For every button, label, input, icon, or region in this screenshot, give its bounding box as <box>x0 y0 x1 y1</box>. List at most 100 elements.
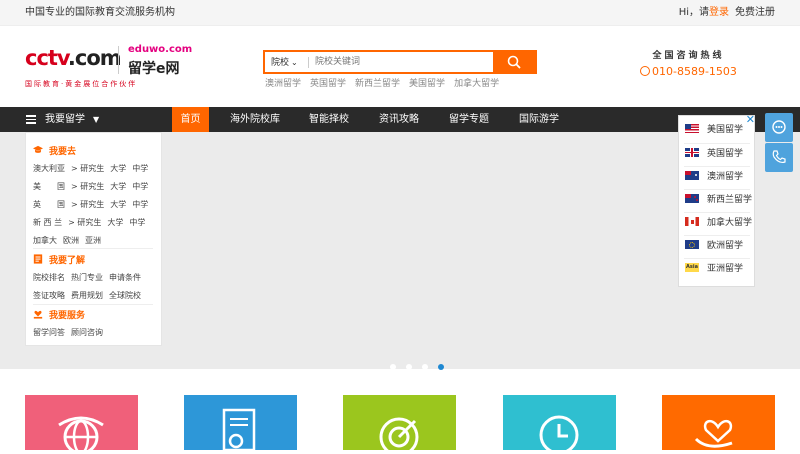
document-icon <box>33 254 43 264</box>
nav-item-study-tours[interactable]: 国际游学 <box>510 107 568 132</box>
menu-link[interactable]: 申请条件 <box>109 273 141 282</box>
menu-link[interactable]: 留学问答 <box>33 328 65 337</box>
hot-link[interactable]: 加拿大留学 <box>454 79 499 89</box>
flag-item-label: 澳洲留学 <box>707 172 744 182</box>
menu-link[interactable]: 澳大利亚 <box>33 164 65 173</box>
header: cctv.com eduwo.com 留学e网 国际教育·黄金展位合作伙伴 院校… <box>0 26 800 106</box>
menu-link[interactable]: 热门专业 <box>71 273 103 282</box>
menu-link[interactable]: 英 国 <box>33 200 65 209</box>
menu-link[interactable]: 加拿大 <box>33 236 57 245</box>
flag-item-label: 加拿大留学 <box>707 218 753 228</box>
menu-link[interactable]: 中学 <box>129 218 145 227</box>
phone-call-button[interactable] <box>765 143 793 172</box>
country-flag-panel: ✕ 美国留学 英国留学 澳洲留学 新西兰留学 加拿大留学 欧洲留学 Asia 亚洲… <box>678 113 755 287</box>
new-zealand-flag-icon <box>685 194 699 203</box>
menu-row: 澳大利亚 > 研究生 大学 中学 <box>33 163 154 174</box>
close-icon[interactable]: ✕ <box>746 113 755 126</box>
section-service: 我要服务 <box>33 308 85 321</box>
flag-item-europe[interactable]: 欧洲留学 <box>685 235 743 257</box>
search-scope-label: 院校 <box>271 58 290 68</box>
search-divider <box>308 57 309 68</box>
hot-search-links: 澳洲留学 英国留学 新西兰留学 美国留学 加拿大留学 <box>265 76 508 89</box>
menu-link[interactable]: 中学 <box>132 200 148 209</box>
nav-item-home[interactable]: 首页 <box>172 107 209 132</box>
menu-row: 留学问答 顾问咨询 <box>33 327 109 338</box>
greeting: Hi，请 <box>678 7 709 18</box>
search-bar: 院校 ⌄ <box>263 50 537 74</box>
flag-item-australia[interactable]: 澳洲留学 <box>685 166 743 188</box>
menu-link[interactable]: 院校排名 <box>33 273 65 282</box>
menu-link[interactable]: 欧洲 <box>63 236 79 245</box>
menu-link[interactable]: 大学 <box>110 200 126 209</box>
nav-item-news[interactable]: 资讯攻略 <box>370 107 428 132</box>
carousel-dot-active[interactable] <box>438 364 444 370</box>
menu-link[interactable]: > 研究生 <box>68 218 101 227</box>
asia-badge-icon: Asia <box>685 263 699 272</box>
eduwo-logo-domain: eduwo.com <box>128 44 193 55</box>
menu-link[interactable]: > 研究生 <box>71 164 104 173</box>
hand-heart-icon <box>694 419 733 448</box>
flag-item-canada[interactable]: 加拿大留学 <box>685 212 752 234</box>
section-know: 我要了解 <box>33 253 85 266</box>
flag-item-usa[interactable]: 美国留学 <box>685 119 743 141</box>
hot-link[interactable]: 澳洲留学 <box>265 79 301 89</box>
feature-card-target[interactable] <box>343 395 456 454</box>
search-input[interactable] <box>315 54 490 70</box>
feature-card-care[interactable] <box>662 395 775 450</box>
carousel-dot[interactable] <box>422 364 428 370</box>
flag-item-label: 欧洲留学 <box>707 241 744 251</box>
category-menu-toggle[interactable]: 我要留学 ▼ <box>25 107 162 132</box>
carousel-dot[interactable] <box>390 364 396 370</box>
menu-link[interactable]: 大学 <box>107 218 123 227</box>
top-bar: 中国专业的国际教育交流服务机构 Hi，请登录 免费注册 <box>0 0 800 26</box>
us-flag-icon <box>685 124 699 133</box>
eduwo-logo[interactable]: eduwo.com 留学e网 <box>128 44 193 77</box>
menu-link[interactable]: > 研究生 <box>71 182 104 191</box>
logo-tagline: 国际教育·黄金展位合作伙伴 <box>25 80 138 88</box>
menu-link[interactable]: > 研究生 <box>71 200 104 209</box>
nav-item-schools[interactable]: 海外院校库 <box>222 107 288 132</box>
uk-flag-icon <box>685 148 699 157</box>
flag-item-uk[interactable]: 英国留学 <box>685 143 743 165</box>
menu-link[interactable]: 中学 <box>132 164 148 173</box>
section-go-title: 我要去 <box>49 147 77 157</box>
phone-icon <box>640 66 650 76</box>
carousel-dot[interactable] <box>406 364 412 370</box>
hot-link[interactable]: 英国留学 <box>310 79 346 89</box>
menu-link[interactable]: 大学 <box>110 164 126 173</box>
feature-card-certificate[interactable] <box>184 395 297 452</box>
flag-item-label: 美国留学 <box>707 125 744 135</box>
search-scope-select[interactable]: 院校 ⌄ <box>271 55 298 68</box>
menu-link[interactable]: 大学 <box>110 182 126 191</box>
search-button[interactable] <box>493 50 537 74</box>
nav-item-smart-select[interactable]: 智能择校 <box>300 107 358 132</box>
feature-card-time[interactable] <box>503 395 616 454</box>
flag-item-asia[interactable]: Asia 亚洲留学 <box>685 258 743 280</box>
menu-link[interactable]: 中学 <box>132 182 148 191</box>
category-label: 我要留学 <box>45 114 85 125</box>
cctv-logo[interactable]: cctv.com <box>25 46 122 70</box>
hotline-number-row: 010-8589-1503 <box>640 65 737 78</box>
register-link[interactable]: 免费注册 <box>735 7 775 18</box>
nav-item-topics[interactable]: 留学专题 <box>440 107 498 132</box>
search-icon <box>507 55 521 69</box>
online-service-button[interactable] <box>765 113 793 142</box>
hot-link[interactable]: 美国留学 <box>409 79 445 89</box>
logo-divider <box>118 46 119 74</box>
menu-link[interactable]: 签证攻略 <box>33 291 65 300</box>
slogan: 中国专业的国际教育交流服务机构 <box>25 7 175 18</box>
flag-item-new-zealand[interactable]: 新西兰留学 <box>685 189 752 211</box>
menu-link[interactable]: 亚洲 <box>85 236 101 245</box>
menu-link[interactable]: 费用规划 <box>71 291 103 300</box>
menu-link[interactable]: 新 西 兰 <box>33 218 62 227</box>
hotline-number: 010-8589-1503 <box>652 65 737 78</box>
hot-link[interactable]: 新西兰留学 <box>355 79 400 89</box>
menu-link[interactable]: 美 国 <box>33 182 65 191</box>
graduation-cap-icon <box>33 145 43 153</box>
menu-row: 新 西 兰 > 研究生 大学 中学 <box>33 217 151 228</box>
feature-card-global[interactable] <box>25 395 138 454</box>
login-link[interactable]: 登录 <box>709 7 729 18</box>
menu-link[interactable]: 全球院校 <box>109 291 141 300</box>
menu-link[interactable]: 顾问咨询 <box>71 328 103 337</box>
clock-icon <box>539 415 579 454</box>
